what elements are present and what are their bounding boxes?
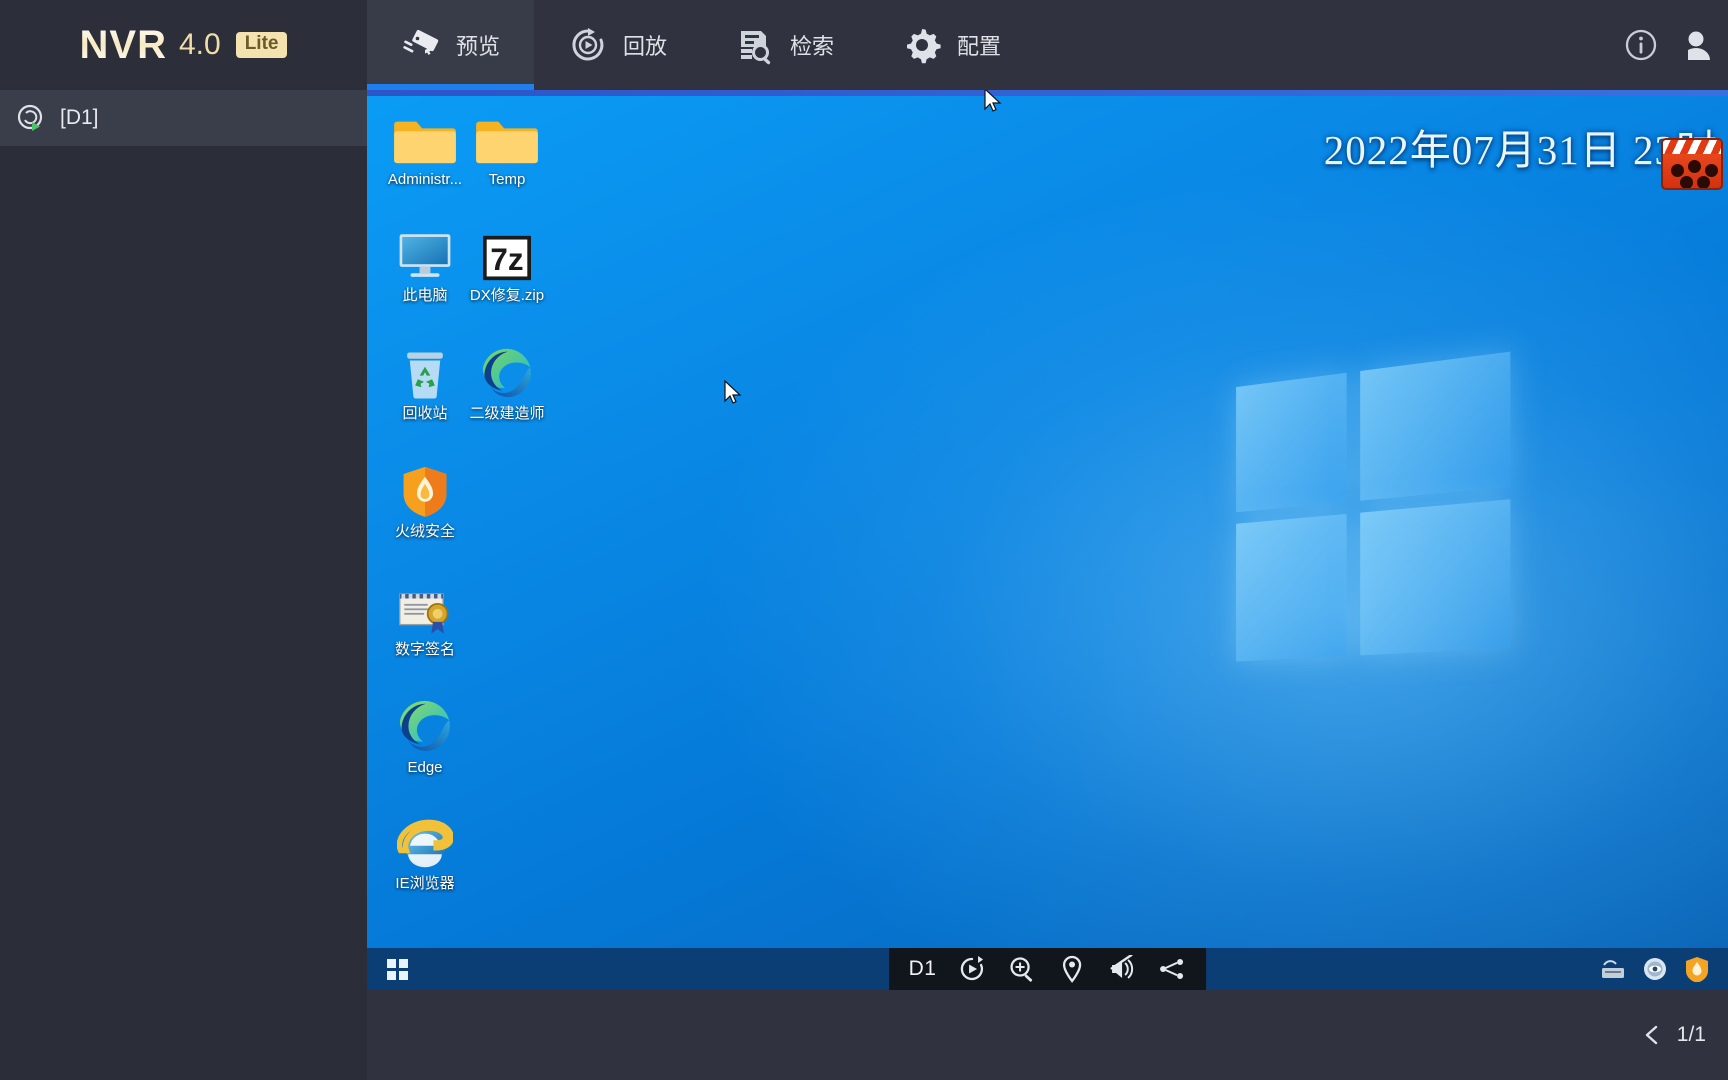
scanner-icon[interactable]: [1600, 956, 1626, 982]
video-preview-pane[interactable]: Administr... Temp 此电脑 7z DX修复.zip 回收站 二级…: [367, 90, 1728, 990]
tab-search-label: 检索: [790, 34, 835, 59]
desktop-icon-label: Temp: [488, 171, 526, 188]
tab-search[interactable]: 检索: [701, 0, 868, 90]
tab-config-label: 配置: [957, 34, 1002, 59]
desktop-icon-erjijianzaoshi[interactable]: 二级建造师: [455, 338, 559, 423]
desktop-icon-edge[interactable]: Edge: [373, 692, 477, 777]
huorong-shield-icon: [373, 456, 477, 518]
stream-switch-icon[interactable]: [1158, 955, 1186, 983]
playback-icon: [568, 25, 608, 65]
channel-play-icon: [16, 103, 46, 133]
sidebar-bottom-filler: [0, 990, 367, 1080]
huorong-shield-icon[interactable]: [1684, 956, 1710, 983]
tab-preview[interactable]: 预览: [367, 0, 535, 90]
camera-icon: [401, 25, 441, 65]
channel-label: D1: [908, 957, 937, 980]
device-sidebar: [D1]: [0, 90, 367, 1080]
chevron-left-icon[interactable]: [1641, 1024, 1663, 1046]
desktop-wallpaper: [367, 90, 1728, 990]
top-bar: NVR 4.0 Lite 预览 回放 检索 配置: [0, 0, 1728, 90]
tab-playback[interactable]: 回放: [534, 0, 701, 90]
ie-icon: [373, 808, 477, 870]
tab-preview-label: 预览: [456, 34, 501, 59]
media-player-badge-icon: [1661, 138, 1723, 190]
desktop-icon-ie-browser[interactable]: IE浏览器: [373, 808, 477, 893]
edge-icon: [455, 338, 559, 400]
desktop-icon-label: 火绒安全: [394, 523, 455, 540]
channel-control-bar: D1: [888, 948, 1207, 990]
brand-name: NVR: [79, 22, 167, 67]
certificate-icon: [373, 574, 477, 636]
page-indicator: 1/1: [1676, 1023, 1706, 1046]
windows-wallpaper-logo: [1236, 351, 1511, 662]
main-nav-tabs: 预览 回放 检索 配置: [367, 0, 1035, 90]
instant-playback-icon[interactable]: [958, 955, 986, 983]
gear-icon: [902, 25, 942, 65]
tab-config[interactable]: 配置: [868, 0, 1035, 90]
search-doc-icon: [735, 25, 775, 65]
brand-version: 4.0: [178, 28, 221, 61]
audio-mute-icon[interactable]: [1108, 953, 1136, 983]
user-icon[interactable]: [1688, 28, 1722, 62]
desktop-icon-label: 数字签名: [394, 641, 455, 658]
desktop-icon-label: Edge: [407, 759, 443, 776]
desktop-icon-temp[interactable]: Temp: [455, 104, 559, 189]
target-track-icon[interactable]: [1058, 955, 1086, 983]
desktop-icon-label: DX修复.zip: [469, 287, 545, 304]
brand-edition-badge: Lite: [235, 32, 288, 58]
tab-playback-label: 回放: [623, 34, 668, 59]
system-tray: [1600, 956, 1728, 983]
nvr-app-window: NVR 4.0 Lite 预览 回放 检索 配置 [D1] Administr.…: [0, 0, 1728, 1080]
info-icon[interactable]: [1624, 28, 1658, 62]
edge-icon: [373, 692, 477, 754]
sidebar-item-d1[interactable]: [D1]: [0, 90, 367, 146]
sevenzip-icon: 7z: [455, 220, 559, 282]
desktop-icon-dx-fix-zip[interactable]: 7z DX修复.zip: [455, 220, 559, 305]
top-right-actions: [1624, 0, 1728, 90]
digital-zoom-icon[interactable]: [1008, 955, 1036, 983]
desktop-icon-huorong[interactable]: 火绒安全: [373, 456, 477, 541]
brand-logo: NVR 4.0 Lite: [0, 0, 367, 90]
osd-datetime: 2022年07月31日 23时: [1323, 127, 1718, 173]
svg-text:7z: 7z: [490, 242, 523, 277]
windows-start-icon[interactable]: [367, 948, 427, 990]
desktop-icon-label: 二级建造师: [469, 405, 545, 422]
desktop-icon-digital-signature[interactable]: 数字签名: [373, 574, 477, 659]
folder-icon: [455, 104, 559, 166]
remote-screen-top-edge: [367, 90, 1728, 96]
desktop-icon-label: IE浏览器: [395, 875, 455, 892]
sidebar-item-d1-label: [D1]: [60, 106, 99, 129]
bottom-bar: 1/1: [367, 990, 1728, 1080]
eye-disc-icon[interactable]: [1642, 956, 1668, 982]
